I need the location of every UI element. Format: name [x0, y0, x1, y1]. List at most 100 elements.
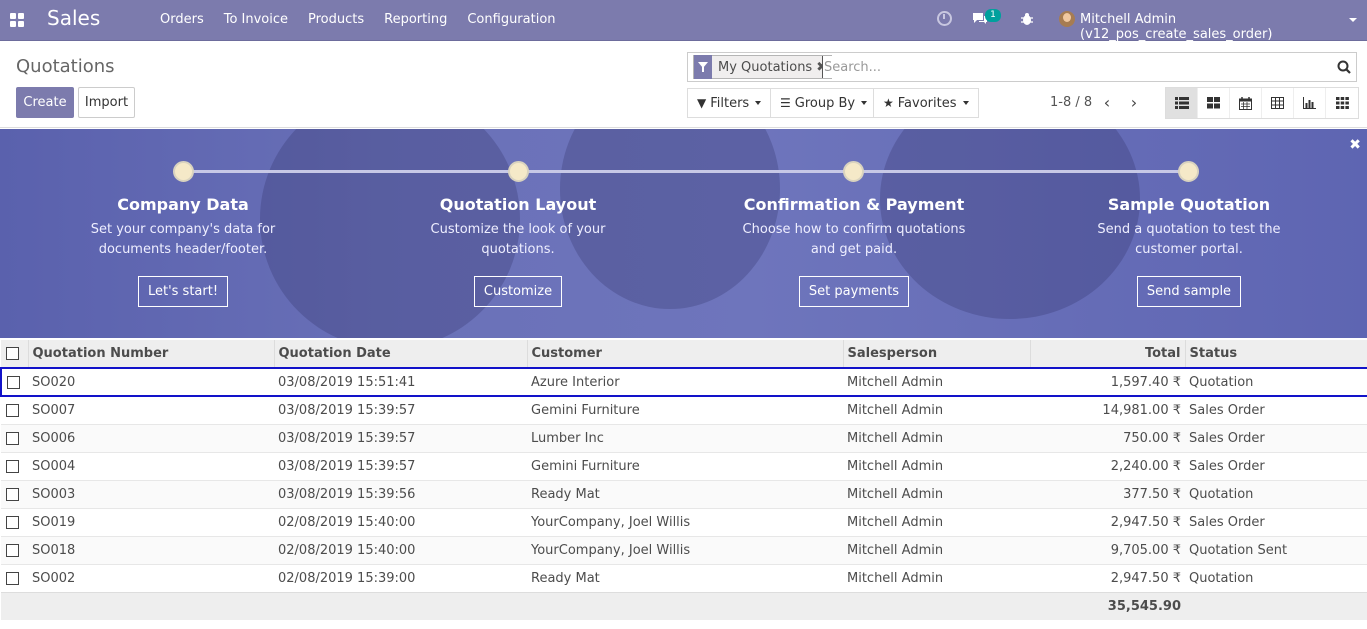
row-checkbox[interactable] [6, 487, 19, 501]
search-bar: My Quotations ✖ [687, 52, 1357, 82]
set-payments-button[interactable]: Set payments [798, 276, 910, 307]
cell-total: 377.50 ₹ [1030, 479, 1185, 508]
kanban-view-icon[interactable] [1198, 88, 1230, 118]
apps-menu-icon[interactable] [10, 13, 24, 27]
table-row[interactable]: SO018 02/08/2019 15:40:00 YourCompany, J… [1, 535, 1367, 564]
user-caret-icon[interactable] [1349, 18, 1357, 22]
lets-start-button[interactable]: Let's start! [137, 276, 229, 307]
row-checkbox[interactable] [7, 375, 20, 389]
user-avatar[interactable] [1059, 11, 1075, 27]
pager-value[interactable]: 1-8 / 8 [1050, 95, 1092, 110]
cell-number: SO004 [28, 451, 274, 480]
row-checkbox[interactable] [6, 543, 19, 557]
cell-status: Sales Order [1185, 423, 1367, 452]
table-footer-row: 35,545.90 [1, 591, 1367, 620]
step-title: Quotation Layout [439, 195, 597, 214]
top-navbar: Sales Orders To Invoice Products Reporti… [0, 0, 1367, 42]
menu-products[interactable]: Products [298, 12, 374, 27]
user-menu-name[interactable]: Mitchell Admin (v12_pos_create_sales_ord… [1080, 12, 1367, 42]
cell-date: 03/08/2019 15:39:57 [274, 395, 527, 424]
step-description-line: Customize the look of your [430, 222, 606, 237]
list-view-icon[interactable] [1166, 88, 1198, 118]
table-row[interactable]: SO007 03/08/2019 15:39:57 Gemini Furnitu… [1, 395, 1367, 424]
step-description-line: Choose how to confirm quotations [742, 222, 966, 237]
pager-previous-icon[interactable]: ‹ [1099, 93, 1115, 112]
search-facet[interactable]: My Quotations ✖ [693, 55, 833, 79]
groupby-dropdown[interactable]: ☰ Group By [770, 88, 878, 118]
dashboard-grid-view-icon[interactable] [1326, 88, 1358, 118]
step-dot [173, 161, 194, 182]
table-row[interactable]: SO002 02/08/2019 15:39:00 Ready Mat Mitc… [1, 563, 1367, 592]
customize-button[interactable]: Customize [473, 276, 563, 307]
facet-label: My Quotations [718, 59, 813, 75]
pivot-view-icon[interactable] [1262, 88, 1294, 118]
cell-customer: Gemini Furniture [527, 451, 843, 480]
table-row[interactable]: SO003 03/08/2019 15:39:56 Ready Mat Mitc… [1, 479, 1367, 508]
step-description-line: and get paid. [810, 242, 898, 257]
cell-number: SO002 [28, 563, 274, 592]
column-header-total[interactable]: Total [1029, 340, 1185, 368]
column-header-status[interactable]: Status [1184, 340, 1367, 368]
select-all-cell[interactable] [1, 340, 28, 368]
cell-salesperson: Mitchell Admin [843, 395, 1030, 424]
column-header-salesperson[interactable]: Salesperson [842, 340, 1030, 368]
debug-bug-icon[interactable] [1020, 12, 1034, 26]
close-icon[interactable]: ✖ [1349, 137, 1361, 153]
step-description-line: Send a quotation to test the [1097, 222, 1281, 237]
row-checkbox[interactable] [6, 515, 19, 529]
cell-customer: Lumber Inc [527, 423, 843, 452]
pager-next-icon[interactable]: › [1126, 93, 1142, 112]
send-sample-button[interactable]: Send sample [1136, 276, 1242, 307]
cell-customer: YourCompany, Joel Willis [527, 507, 843, 536]
favorites-dropdown[interactable]: ★ Favorites [873, 88, 979, 118]
menu-configuration[interactable]: Configuration [457, 12, 565, 27]
activity-clock-icon[interactable] [937, 11, 952, 26]
column-header-quotation-date[interactable]: Quotation Date [273, 340, 527, 368]
control-panel: Quotations Create Import My Quotations ✖… [0, 41, 1367, 128]
table-row[interactable]: SO006 03/08/2019 15:39:57 Lumber Inc Mit… [1, 423, 1367, 452]
breadcrumb: Quotations [16, 56, 115, 77]
row-checkbox[interactable] [6, 403, 19, 417]
row-checkbox[interactable] [6, 571, 19, 585]
filters-dropdown[interactable]: ▼ Filters [687, 88, 772, 118]
cell-status: Sales Order [1185, 451, 1367, 480]
row-checkbox[interactable] [6, 431, 19, 445]
column-header-quotation-number[interactable]: Quotation Number [27, 340, 274, 368]
step-dot [843, 161, 864, 182]
app-title: Sales [47, 6, 101, 30]
cell-date: 02/08/2019 15:40:00 [274, 507, 527, 536]
search-icon[interactable] [1337, 60, 1351, 74]
import-button[interactable]: Import [78, 87, 135, 118]
search-input[interactable] [822, 56, 1322, 78]
cell-date: 03/08/2019 15:51:41 [274, 367, 527, 397]
step-dot [508, 161, 529, 182]
column-header-customer[interactable]: Customer [526, 340, 843, 368]
chevron-down-icon [962, 101, 969, 105]
cell-status: Quotation [1185, 479, 1367, 508]
cell-number: SO020 [28, 367, 274, 397]
menu-orders[interactable]: Orders [150, 12, 214, 27]
table-row[interactable]: SO004 03/08/2019 15:39:57 Gemini Furnitu… [1, 451, 1367, 480]
chevron-down-icon [755, 101, 762, 105]
table-row[interactable]: SO020 03/08/2019 15:51:41 Azure Interior… [0, 367, 1367, 397]
chevron-down-icon [861, 101, 868, 105]
graph-view-icon[interactable] [1294, 88, 1326, 118]
cell-total: 2,947.50 ₹ [1030, 563, 1185, 592]
cell-customer: Ready Mat [527, 479, 843, 508]
step-dot [1178, 161, 1199, 182]
calendar-view-icon[interactable] [1230, 88, 1262, 118]
favorites-label: Favorites [897, 95, 957, 111]
step-description: Customize the look of your quotations. [398, 220, 638, 260]
select-all-checkbox[interactable] [6, 347, 19, 360]
cell-total: 2,947.50 ₹ [1030, 507, 1185, 536]
step-title: Sample Quotation [1107, 195, 1271, 214]
step-title: Company Data [117, 195, 249, 214]
menu-reporting[interactable]: Reporting [374, 12, 457, 27]
cell-status: Sales Order [1185, 507, 1367, 536]
create-button[interactable]: Create [16, 87, 74, 118]
table-row[interactable]: SO019 02/08/2019 15:40:00 YourCompany, J… [1, 507, 1367, 536]
menu-to-invoice[interactable]: To Invoice [214, 12, 298, 27]
row-checkbox[interactable] [6, 459, 19, 473]
step-sample-quotation: Sample Quotation Send a quotation to tes… [1069, 195, 1309, 307]
step-description-line: customer portal. [1135, 242, 1243, 257]
